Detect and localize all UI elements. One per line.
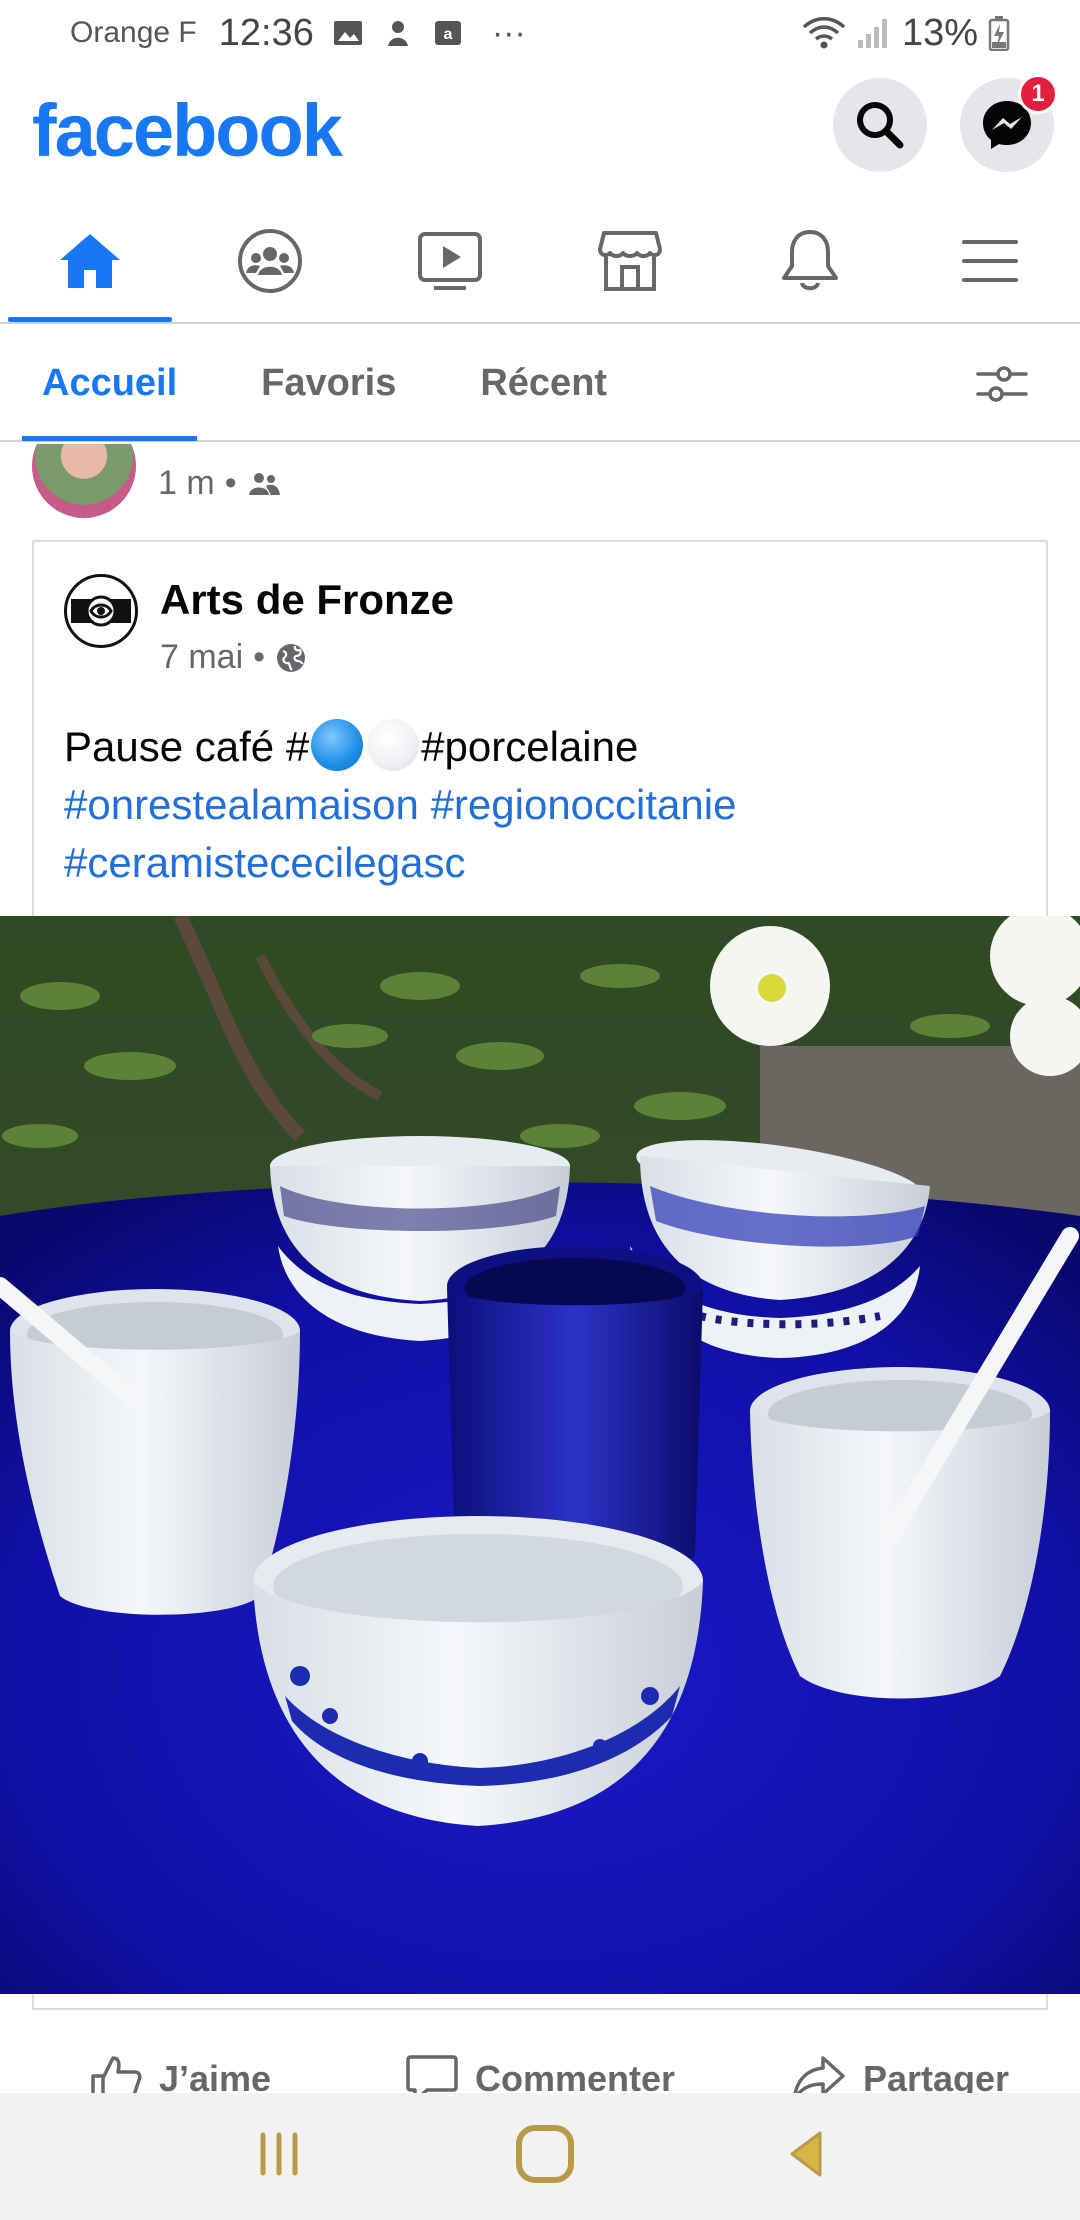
system-navigation-bar — [0, 2093, 1080, 2220]
nav-tab-menu[interactable] — [900, 200, 1080, 322]
globe-icon — [277, 643, 306, 672]
nav-tab-home[interactable] — [0, 200, 180, 322]
post-meta: 1 m • — [158, 464, 281, 503]
ceramics-photo — [0, 916, 1080, 1994]
feed-settings-icon[interactable] — [976, 364, 1028, 404]
post-time[interactable]: 1 m — [158, 464, 215, 503]
page-avatar[interactable] — [64, 574, 138, 648]
more-notifications-indicator: ··· — [491, 13, 526, 52]
battery-percentage: 13% — [901, 11, 978, 54]
tab-recent[interactable]: Récent — [460, 325, 627, 441]
white-circle-emoji — [367, 719, 420, 771]
nav-tab-groups[interactable] — [180, 200, 360, 322]
caption-tag-porcelaine: #porcelaine — [421, 723, 639, 770]
amazon-notification-icon: a — [434, 21, 461, 45]
meta-separator: • — [224, 464, 237, 502]
hashtag-link[interactable]: #onrestealamaison — [64, 781, 419, 828]
messenger-unread-badge: 1 — [1018, 74, 1058, 114]
page-name[interactable]: Arts de Fronze — [160, 576, 454, 624]
messenger-button[interactable]: 1 — [960, 74, 1058, 172]
recent-apps-button[interactable] — [254, 2129, 304, 2184]
marketplace-icon — [598, 231, 662, 291]
hashtag-link[interactable]: #regionoccitanie — [431, 781, 737, 828]
meta-separator: • — [253, 638, 266, 676]
previous-post-header: 1 m • — [0, 444, 1080, 534]
feed-filter-tabs: Accueil Favoris Récent — [0, 326, 1080, 442]
main-nav-bar — [0, 200, 1080, 324]
back-icon — [790, 2131, 822, 2177]
watch-icon — [418, 232, 482, 290]
arts-de-fronze-logo — [68, 578, 134, 644]
gallery-notification-icon — [333, 21, 362, 45]
post-meta: 7 mai • — [160, 638, 307, 677]
post-date[interactable]: 7 mai — [160, 638, 243, 677]
hashtag-link[interactable]: #ceramistececilegasc — [64, 839, 466, 886]
clock: 12:36 — [218, 11, 314, 54]
back-button[interactable] — [786, 2129, 826, 2184]
home-system-button[interactable] — [513, 2122, 577, 2191]
status-bar: Orange F 12:36 a ··· 13% — [0, 0, 1080, 66]
nav-tab-marketplace[interactable] — [540, 200, 720, 322]
home-icon — [60, 234, 120, 288]
recent-apps-icon — [260, 2132, 298, 2176]
nav-tab-watch[interactable] — [360, 200, 540, 322]
tab-accueil[interactable]: Accueil — [22, 325, 198, 441]
app-notification-icon — [387, 21, 408, 46]
groups-icon — [238, 229, 302, 293]
nav-tab-notifications[interactable] — [720, 200, 900, 322]
battery-charging-icon — [988, 16, 1010, 51]
search-button[interactable] — [833, 78, 927, 172]
home-button-icon — [515, 2125, 574, 2183]
post-caption: Pause café # #porcelaine #onrestealamaiso… — [64, 718, 1014, 892]
friends-audience-icon — [248, 472, 280, 495]
carrier-label: Orange F — [70, 16, 197, 49]
post-photo[interactable] — [0, 916, 1080, 1994]
svg-text:a: a — [443, 26, 452, 43]
signal-icon — [857, 19, 887, 48]
notifications-icon — [782, 230, 838, 291]
caption-text: Pause café # — [64, 723, 310, 770]
tab-favoris[interactable]: Favoris — [241, 325, 416, 441]
wifi-icon — [802, 17, 846, 49]
menu-icon — [962, 240, 1018, 282]
app-header: facebook 1 — [0, 66, 1080, 196]
blue-circle-emoji — [311, 719, 364, 771]
search-icon — [857, 102, 904, 149]
facebook-logo[interactable]: facebook — [32, 88, 343, 173]
avatar[interactable] — [32, 444, 136, 518]
